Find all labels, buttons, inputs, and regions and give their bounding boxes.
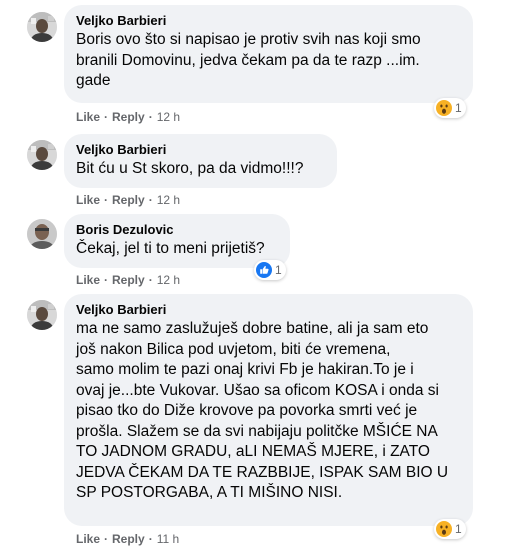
- reaction-count: 1: [455, 101, 462, 115]
- separator: ·: [104, 273, 109, 287]
- comment-author[interactable]: Veljko Barbieri: [76, 141, 325, 158]
- comment-author[interactable]: Veljko Barbieri: [76, 301, 461, 318]
- separator: ·: [148, 110, 153, 124]
- reaction-summary[interactable]: 1: [434, 98, 466, 118]
- comment-text: Boris ovo što si napisao je protiv svih …: [76, 31, 421, 89]
- reply-button[interactable]: Reply: [112, 193, 145, 207]
- reaction-summary[interactable]: 1: [434, 519, 466, 539]
- reaction-summary[interactable]: 1: [254, 260, 286, 280]
- separator: ·: [148, 273, 153, 287]
- like-reaction-icon: [256, 262, 272, 278]
- avatar[interactable]: [27, 219, 57, 249]
- comment-bubble: Veljko Barbieri Boris ovo što si napisao…: [64, 5, 473, 103]
- avatar[interactable]: [27, 300, 57, 330]
- reaction-count: 1: [455, 522, 462, 536]
- comment-actions: Like · Reply · 12 h: [76, 272, 180, 288]
- comment-author[interactable]: Boris Dezulovic: [76, 221, 278, 238]
- wow-reaction-icon: [436, 100, 452, 116]
- reaction-count: 1: [275, 263, 282, 277]
- like-button[interactable]: Like: [76, 532, 100, 546]
- separator: ·: [148, 532, 153, 546]
- avatar[interactable]: [27, 12, 57, 42]
- avatar-photo-icon: [27, 219, 57, 249]
- comment-actions: Like · Reply · 11 h: [76, 531, 179, 547]
- comment-actions: Like · Reply · 12 h: [76, 192, 180, 208]
- reply-button[interactable]: Reply: [112, 532, 145, 546]
- comment-timestamp[interactable]: 12 h: [157, 273, 180, 287]
- separator: ·: [104, 110, 109, 124]
- wow-reaction-icon: [436, 521, 452, 537]
- comment-timestamp[interactable]: 12 h: [157, 110, 180, 124]
- like-button[interactable]: Like: [76, 193, 100, 207]
- comment-text: Bit ću u St skoro, pa da vidmo!!!?: [76, 160, 304, 177]
- separator: ·: [104, 193, 109, 207]
- comment-bubble: Boris Dezulovic Čekaj, jel ti to meni pr…: [64, 214, 290, 268]
- avatar-photo-icon: [27, 12, 57, 42]
- reply-button[interactable]: Reply: [112, 273, 145, 287]
- comment-bubble: Veljko Barbieri ma ne samo zaslužuješ do…: [64, 294, 473, 526]
- avatar-photo-icon: [27, 300, 57, 330]
- comment-bubble: Veljko Barbieri Bit ću u St skoro, pa da…: [64, 134, 337, 188]
- comment-timestamp[interactable]: 11 h: [157, 532, 179, 546]
- comment-timestamp[interactable]: 12 h: [157, 193, 180, 207]
- like-button[interactable]: Like: [76, 273, 100, 287]
- reply-button[interactable]: Reply: [112, 110, 145, 124]
- comment-author[interactable]: Veljko Barbieri: [76, 12, 461, 29]
- comment-actions: Like · Reply · 12 h: [76, 109, 180, 125]
- like-button[interactable]: Like: [76, 110, 100, 124]
- comment-text: ma ne samo zaslužuješ dobre batine, ali …: [76, 320, 449, 501]
- separator: ·: [148, 193, 153, 207]
- comment-text: Čekaj, jel ti to meni prijetiš?: [76, 240, 265, 257]
- separator: ·: [104, 532, 109, 546]
- avatar-photo-icon: [27, 140, 57, 170]
- avatar[interactable]: [27, 140, 57, 170]
